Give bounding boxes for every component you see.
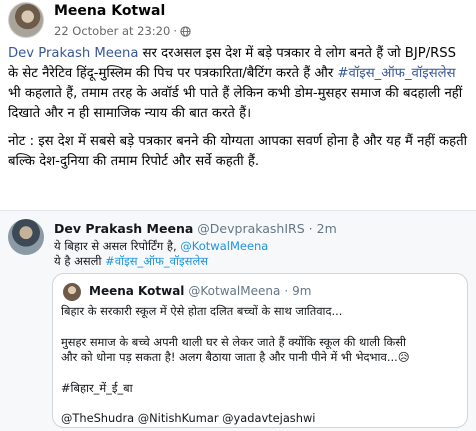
quoted-header: Meena Kotwal @KotwalMeena · 9m — [89, 284, 311, 298]
quoted-line-2: मुसहर समाज के बच्चे अपनी थाली घर से लेकर… — [61, 334, 406, 349]
tweet-header: Dev Prakash Meena @DevprakashIRS · 2m — [54, 221, 337, 236]
post-header: Meena Kotwal 22 October at 23:20 · — [8, 2, 468, 40]
quoted-line-3: और को धोना पड़ सकता है! अलग बैठाया जाता … — [61, 350, 410, 364]
post-meta: 22 October at 23:20 · — [54, 24, 191, 38]
quoted-author-handle[interactable]: @KotwalMeena — [188, 284, 280, 298]
quoted-time[interactable]: 9m — [292, 284, 311, 298]
tweet-time[interactable]: 2m — [317, 221, 337, 236]
quoted-tweet[interactable]: Meena Kotwal @KotwalMeena · 9m बिहार के … — [52, 273, 468, 428]
tweet-text: ये बिहार से असल रिपोर्टिंग है, @KotwalMe… — [54, 239, 268, 269]
tweet-line-2: ये है असली #वॉइस_ऑफ_वॉइसलेस — [54, 254, 268, 269]
tweet-line-1: ये बिहार से असल रिपोर्टिंग है, @KotwalMe… — [54, 239, 268, 254]
embedded-tweet[interactable]: Dev Prakash Meena @DevprakashIRS · 2m ये… — [0, 210, 476, 431]
post-text-b: भी कहलाते हैं, तमाम तरह के अवॉर्ड भी पात… — [8, 86, 463, 121]
post-author-name[interactable]: Meena Kotwal — [54, 3, 165, 19]
quoted-mentions[interactable]: @TheShudra @NitishKumar @yadavtejashwi — [61, 411, 461, 427]
post-paragraph-2: नोट : इस देश में सबसे बड़े पत्रकार बनने … — [8, 134, 468, 169]
post-paragraph-1: Dev Prakash Meena सर दरअसल इस देश में बड… — [8, 44, 468, 124]
tweet-hashtag-link[interactable]: #वॉइस_ऑफ_वॉइसलेस — [105, 254, 208, 268]
tweet-author-handle[interactable]: @DevprakashIRS — [197, 221, 304, 236]
quoted-dot: · — [284, 284, 289, 298]
tweet-author-avatar[interactable] — [8, 219, 44, 255]
post-timestamp[interactable]: 22 October at 23:20 — [54, 24, 170, 38]
quoted-line-1: बिहार के सरकारी स्कूल में ऐसे होता दलित … — [61, 304, 343, 318]
quoted-hashtag[interactable]: #बिहार_में_ई_बा — [61, 381, 461, 397]
quoted-body: बिहार के सरकारी स्कूल में ऐसे होता दलित … — [61, 304, 461, 427]
hashtag-link[interactable]: #वॉइस_ऑफ_वॉइसलेस — [338, 66, 456, 81]
tweet-dot: · — [308, 221, 313, 236]
author-avatar[interactable] — [8, 2, 44, 38]
tweet-author-name[interactable]: Dev Prakash Meena — [54, 221, 193, 236]
tweet-line-1-text: ये बिहार से असल रिपोर्टिंग है, — [54, 239, 181, 253]
mention-link[interactable]: Dev Prakash Meena — [8, 46, 138, 61]
tweet-line-2-text: ये है असली — [54, 254, 106, 268]
globe-icon[interactable] — [180, 25, 191, 37]
quoted-author-avatar[interactable] — [63, 283, 81, 301]
meta-separator: · — [173, 24, 177, 38]
post-body: Dev Prakash Meena सर दरअसल इस देश में बड… — [8, 44, 468, 180]
tweet-mention-link[interactable]: @KotwalMeena — [180, 239, 268, 253]
quoted-author-name[interactable]: Meena Kotwal — [89, 284, 184, 298]
